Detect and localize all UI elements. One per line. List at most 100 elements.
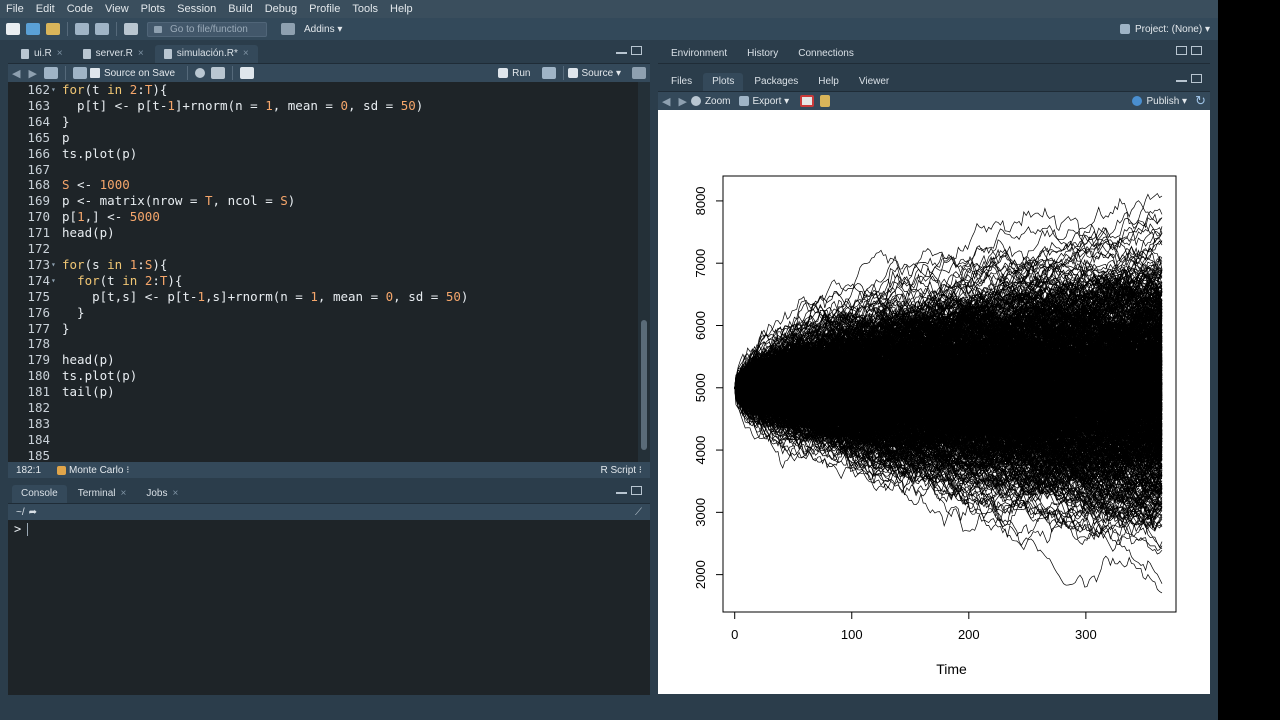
code-line[interactable]: 180 ts.plot(p) (8, 368, 638, 384)
code-line[interactable]: 182 (8, 400, 638, 416)
run-button[interactable]: Run (498, 68, 531, 79)
tab-help[interactable]: Help (809, 73, 848, 91)
clear-plots-broom-icon[interactable] (820, 95, 831, 107)
menu-file[interactable]: File (0, 0, 30, 18)
previous-plot-icon[interactable]: ◀ (662, 95, 670, 108)
document-outline-icon[interactable] (632, 67, 646, 79)
code-line[interactable]: 179 head(p) (8, 352, 638, 368)
addins-menu[interactable]: Addins ▾ (304, 24, 342, 35)
search-icon[interactable] (195, 68, 206, 78)
new-file-icon[interactable] (6, 23, 20, 35)
code-line[interactable]: 165 p (8, 130, 638, 146)
menu-session[interactable]: Session (171, 0, 222, 18)
tab-connections[interactable]: Connections (789, 45, 863, 63)
fold-arrow-icon[interactable]: ▾ (51, 82, 59, 98)
minimize-icon[interactable] (616, 492, 627, 495)
tab-server-r[interactable]: server.R × (74, 45, 153, 63)
next-plot-icon[interactable]: ▶ (678, 95, 686, 108)
scrollbar-thumb[interactable] (641, 320, 647, 450)
tab-jobs[interactable]: Jobs × (137, 485, 187, 503)
tab-terminal[interactable]: Terminal × (69, 485, 136, 503)
code-line[interactable]: 178 (8, 336, 638, 352)
minimize-icon[interactable] (1176, 80, 1187, 83)
close-tab-icon[interactable]: × (138, 45, 144, 63)
code-line[interactable]: 185 (8, 448, 638, 462)
maximize-icon[interactable] (631, 46, 642, 55)
restore-icon[interactable] (1191, 74, 1202, 83)
remove-plot-icon[interactable] (800, 95, 815, 107)
tab-viewer[interactable]: Viewer (850, 73, 898, 91)
new-project-icon[interactable] (26, 23, 40, 35)
print-icon[interactable] (124, 23, 138, 35)
fold-arrow-icon[interactable]: ▾ (51, 273, 59, 289)
source-button[interactable]: Source ▾ (567, 68, 621, 79)
tab-files[interactable]: Files (662, 73, 701, 91)
forward-arrow-icon[interactable]: ▶ (28, 67, 36, 80)
project-menu[interactable]: Project: (None) ▾ (1119, 18, 1210, 40)
menu-tools[interactable]: Tools (346, 0, 384, 18)
goto-file-function-input[interactable]: Go to file/function (147, 21, 267, 37)
refresh-plot-icon[interactable]: ↻ (1195, 93, 1206, 109)
compile-report-icon[interactable] (240, 67, 255, 79)
code-editor[interactable]: 162 ▾ for(t in 2:T){163 p[t] <- p[t-1]+rno… (8, 82, 650, 462)
code-line[interactable]: 171 head(p) (8, 225, 638, 241)
code-line[interactable]: 170 p[1,] <- 5000 (8, 209, 638, 225)
source-on-save-checkbox[interactable]: Source on Save (89, 68, 175, 79)
close-tab-icon[interactable]: × (121, 485, 127, 503)
publish-button[interactable]: Publish ▾ (1132, 96, 1187, 107)
rerun-icon[interactable] (541, 67, 556, 79)
save-icon[interactable] (72, 67, 87, 79)
code-line[interactable]: 167 (8, 162, 638, 178)
close-tab-icon[interactable]: × (243, 45, 249, 63)
back-arrow-icon[interactable]: ◀ (12, 67, 20, 80)
console-output[interactable]: > (8, 520, 650, 695)
menu-view[interactable]: View (99, 0, 135, 18)
menu-build[interactable]: Build (222, 0, 258, 18)
go-to-directory-icon[interactable]: ➦ (29, 507, 37, 518)
export-button[interactable]: Export ▾ (738, 96, 789, 107)
menu-code[interactable]: Code (61, 0, 99, 18)
fold-arrow-icon[interactable]: ▾ (51, 257, 59, 273)
tab-ui-r[interactable]: ui.R × (12, 45, 72, 63)
code-line[interactable]: 164} (8, 114, 638, 130)
close-tab-icon[interactable]: × (172, 485, 178, 503)
tab-environment[interactable]: Environment (662, 45, 736, 63)
save-icon[interactable] (75, 23, 89, 35)
file-type-menu[interactable]: R Script ⁝ (600, 465, 650, 476)
section-navigator[interactable]: Monte Carlo ⁝ (69, 465, 129, 476)
code-line[interactable]: 184 (8, 432, 638, 448)
menu-edit[interactable]: Edit (30, 0, 61, 18)
code-line[interactable]: 174 ▾ for(t in 2:T){ (8, 273, 638, 289)
menu-plots[interactable]: Plots (135, 0, 171, 18)
close-tab-icon[interactable]: × (57, 45, 63, 63)
code-tools-wand-icon[interactable] (211, 67, 226, 79)
code-line[interactable]: 163 p[t] <- p[t-1]+rnorm(n = 1, mean = 0… (8, 98, 638, 114)
code-line[interactable]: 169 p <- matrix(nrow = T, ncol = S) (8, 193, 638, 209)
code-line[interactable]: 162 ▾ for(t in 2:T){ (8, 82, 638, 98)
zoom-button[interactable]: Zoom (690, 96, 731, 107)
code-line[interactable]: 166 ts.plot(p) (8, 146, 638, 162)
tab-plots[interactable]: Plots (703, 73, 744, 91)
workspace-panes-icon[interactable] (281, 23, 295, 35)
menu-debug[interactable]: Debug (259, 0, 303, 18)
menu-help[interactable]: Help (384, 0, 419, 18)
code-line[interactable]: 181 tail(p) (8, 384, 638, 400)
code-line[interactable]: 177} (8, 321, 638, 337)
tab-console[interactable]: Console (12, 485, 67, 503)
menu-profile[interactable]: Profile (303, 0, 346, 18)
working-directory[interactable]: ~/ (16, 507, 25, 518)
tab-simulaci-n-r[interactable]: simulación.R* × (154, 45, 258, 63)
code-line[interactable]: 173 ▾ for(s in 1:S){ (8, 257, 638, 273)
tab-packages[interactable]: Packages (745, 73, 807, 91)
show-in-window-icon[interactable] (43, 67, 58, 79)
maximize-icon[interactable] (631, 486, 642, 495)
code-line[interactable]: 172 (8, 241, 638, 257)
minimize-icon[interactable] (616, 52, 627, 55)
maximize-icon[interactable] (1191, 46, 1202, 55)
save-all-icon[interactable] (95, 23, 109, 35)
editor-scrollbar[interactable] (638, 82, 650, 462)
restore-icon[interactable] (1176, 46, 1187, 55)
code-line[interactable]: 175 p[t,s] <- p[t-1,s]+rnorm(n = 1, mean… (8, 289, 638, 305)
clear-console-broom-icon[interactable]: ⟋ (635, 507, 642, 518)
tab-history[interactable]: History (738, 45, 787, 63)
